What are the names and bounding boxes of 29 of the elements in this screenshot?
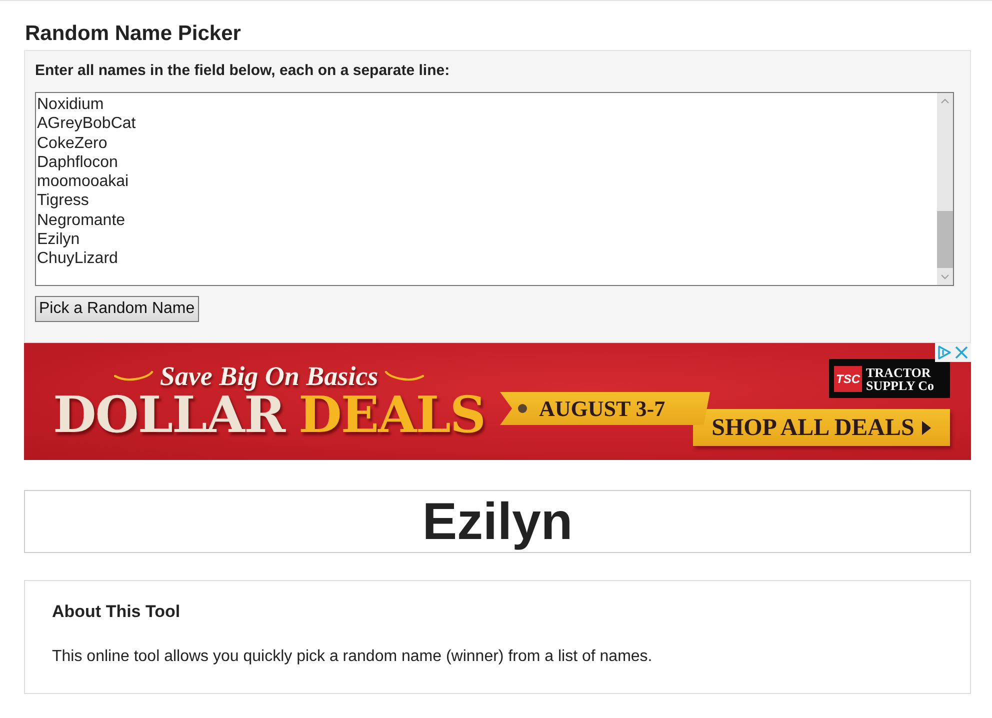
ad-headline-word: DEALS [298, 387, 486, 443]
about-text: This online tool allows you quickly pick a random name (winner) from a list of names. [52, 648, 654, 666]
name-line: Noxidium [37, 95, 104, 114]
field-label: Enter all names in the field below, each on a separate line: [35, 62, 451, 80]
name-line: Negromante [37, 210, 126, 230]
name-line: Ezilyn [37, 230, 80, 249]
name-line: moomooakai [37, 172, 129, 192]
triangle-outline-icon[interactable] [937, 345, 952, 360]
close-icon[interactable] [954, 345, 969, 360]
swash-icon [114, 370, 154, 382]
page-title: Random Name Picker [25, 22, 242, 46]
picked-name: Ezilyn [422, 492, 573, 552]
name-line: AGreyBobCat [37, 114, 136, 134]
pick-button[interactable]: Pick a Random Name [35, 296, 199, 322]
about-heading: About This Tool [52, 602, 182, 622]
logo-wordmark: TRACTOR SUPPLY Co [866, 366, 936, 392]
name-line: Daphflocon [37, 152, 118, 172]
scrollbar-thumb[interactable] [937, 211, 953, 268]
dot-icon [518, 404, 527, 413]
logo-monogram: TSC [834, 366, 862, 392]
name-line: CokeZero [37, 134, 108, 153]
names-textarea[interactable]: Noxidium AGreyBobCat CokeZero Daphflocon moomooakai Tigress Negromante Ezilyn ChuyLizard [35, 92, 954, 286]
name-line: ChuyLizard [37, 249, 118, 268]
shop-deals-button[interactable]: SHOP ALL DEALS [693, 409, 950, 446]
name-line: Tigress [37, 191, 89, 210]
scrollbar[interactable] [937, 93, 953, 285]
caret-icon [922, 420, 932, 434]
ribbon-date: AUGUST 3-7 [539, 396, 666, 422]
swash-icon [384, 370, 424, 382]
